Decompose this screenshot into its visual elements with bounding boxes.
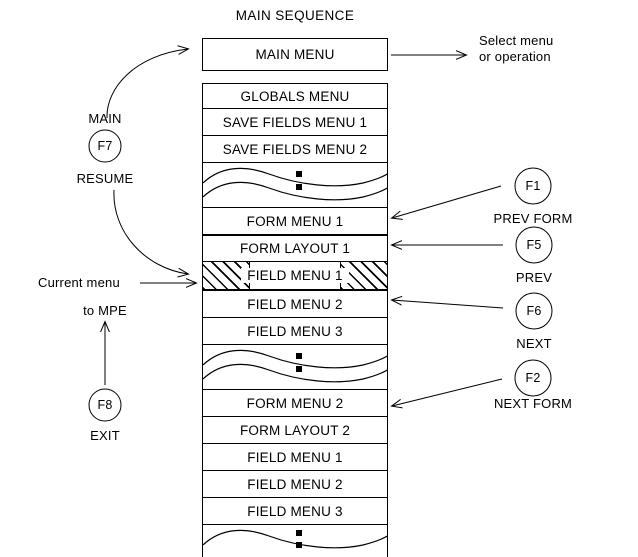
sequence-break-middle <box>202 345 388 389</box>
ellipsis-dot <box>296 184 302 190</box>
fkey-label-exit: EXIT <box>90 428 120 443</box>
arrow-f7-resume-down <box>113 189 188 274</box>
fkey-text-f2: F2 <box>525 371 541 385</box>
arrow-f2-next-form <box>392 378 503 406</box>
ellipsis-dot <box>296 366 302 372</box>
menu-row-form-menu-1[interactable]: FORM MENU 1 <box>202 207 388 236</box>
menu-row-field-menu-1-current[interactable]: FIELD MENU 1 <box>202 262 388 291</box>
ellipsis-dot <box>296 542 302 548</box>
fkey-label-main: MAIN <box>88 111 122 126</box>
arrow-f1-prev-form <box>392 185 502 218</box>
fkey-text-f6: F6 <box>526 304 542 318</box>
menu-row-label: SAVE FIELDS MENU 1 <box>222 114 368 130</box>
menu-row-form-layout-2[interactable]: FORM LAYOUT 2 <box>202 417 388 444</box>
ellipsis-dot <box>296 171 302 177</box>
to-mpe-label: to MPE <box>83 303 127 318</box>
menu-row-globals-menu[interactable]: GLOBALS MENU <box>202 83 388 109</box>
arrow-f6-next <box>392 300 504 309</box>
sequence-break-bottom <box>202 525 388 557</box>
fkey-text-f5: F5 <box>526 238 542 252</box>
menu-row-label: FORM LAYOUT 2 <box>239 422 351 438</box>
menu-row-field-menu-1b[interactable]: FIELD MENU 1 <box>202 444 388 471</box>
menu-row-label: FORM MENU 2 <box>246 395 344 411</box>
break-waves <box>203 167 387 201</box>
fkey-label-next-form: NEXT FORM <box>493 396 573 411</box>
menu-row-field-menu-2b[interactable]: FIELD MENU 2 <box>202 471 388 498</box>
menu-row-label: FIELD MENU 1 <box>241 268 349 283</box>
fkey-text-f8: F8 <box>97 398 113 412</box>
menu-row-label: FORM LAYOUT 1 <box>239 241 351 256</box>
menu-row-field-menu-2a[interactable]: FIELD MENU 2 <box>202 291 388 318</box>
fkey-label-next: NEXT <box>516 336 552 351</box>
fkey-label-prev: PREV <box>515 270 553 285</box>
menu-row-save-fields-2[interactable]: SAVE FIELDS MENU 2 <box>202 136 388 163</box>
sequence-break-top <box>202 163 388 207</box>
menu-row-label: FIELD MENU 3 <box>247 503 343 519</box>
menu-row-form-menu-2[interactable]: FORM MENU 2 <box>202 389 388 417</box>
menu-row-label: GLOBALS MENU <box>240 88 350 104</box>
menu-row-save-fields-1[interactable]: SAVE FIELDS MENU 1 <box>202 109 388 136</box>
break-waves <box>203 529 387 549</box>
menu-row-label: FIELD MENU 1 <box>247 449 343 465</box>
fkey-text-f1: F1 <box>525 179 541 193</box>
menu-row-label: FIELD MENU 2 <box>247 296 343 312</box>
select-menu-note-line1: Select menu <box>479 33 554 48</box>
fkey-label-resume: RESUME <box>76 171 134 186</box>
ellipsis-dot <box>296 353 302 359</box>
menu-row-label: FIELD MENU 2 <box>247 476 343 492</box>
break-waves <box>203 349 387 383</box>
menu-row-form-layout-1[interactable]: FORM LAYOUT 1 <box>202 236 388 262</box>
arrow-f7-resume-up <box>106 49 188 119</box>
current-menu-label: Current menu <box>38 275 120 290</box>
fkey-text-f7: F7 <box>97 139 113 153</box>
menu-row-label: SAVE FIELDS MENU 2 <box>222 141 368 157</box>
fkey-label-prev-form: PREV FORM <box>493 211 573 226</box>
select-menu-note-line2: or operation <box>479 49 551 64</box>
menu-row-field-menu-3b[interactable]: FIELD MENU 3 <box>202 498 388 525</box>
ellipsis-dot <box>296 530 302 536</box>
menu-row-label: MAIN MENU <box>255 47 335 62</box>
menu-row-field-menu-3a[interactable]: FIELD MENU 3 <box>202 318 388 345</box>
page-title: MAIN SEQUENCE <box>235 8 355 23</box>
diagram-canvas: MAIN SEQUENCE MAIN MENU GLOBALS MENU SAV… <box>0 0 638 557</box>
menu-row-main-menu[interactable]: MAIN MENU <box>202 38 388 71</box>
menu-row-label: FORM MENU 1 <box>246 213 344 229</box>
menu-row-label: FIELD MENU 3 <box>247 323 343 339</box>
